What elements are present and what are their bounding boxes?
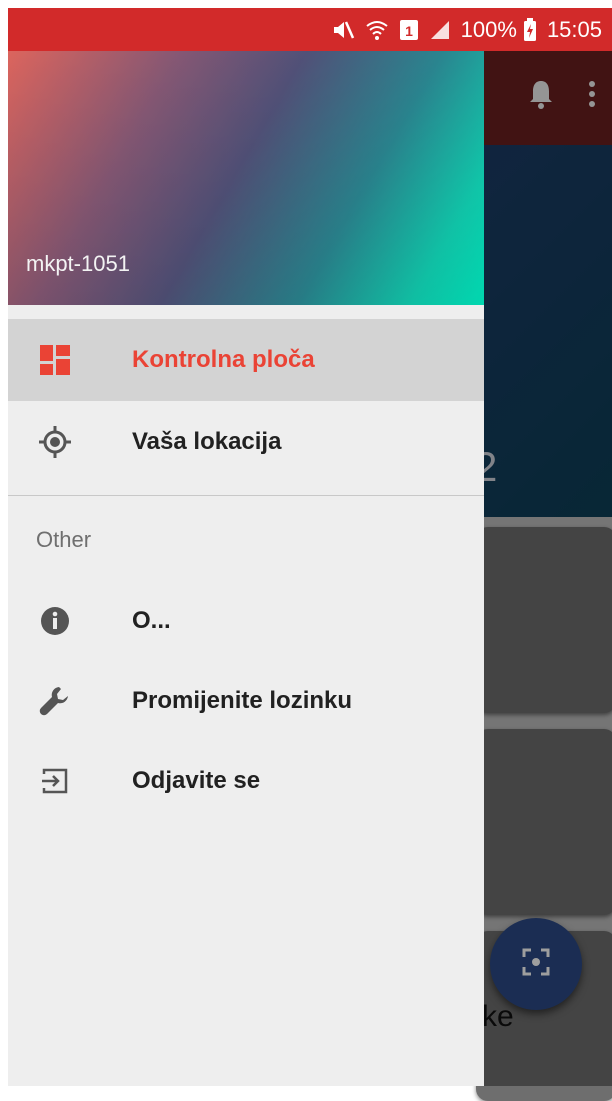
sim-icon: 1: [399, 19, 419, 41]
battery-charging-icon: [523, 17, 537, 42]
signal-icon: [429, 19, 451, 41]
navigation-drawer: mkpt-1051 Kontrolna ploča Vaša lokacija …: [8, 51, 484, 1086]
divider: [8, 495, 484, 496]
nav-item-about[interactable]: O...: [8, 581, 484, 661]
battery-indicator: 100%: [461, 17, 537, 43]
nav-item-location[interactable]: Vaša lokacija: [8, 401, 484, 483]
nav-item-label: Kontrolna ploča: [132, 346, 315, 373]
section-header-other: Other: [36, 527, 92, 552]
nav-item-label: Odjavite se: [132, 767, 261, 794]
mute-icon: [331, 19, 355, 41]
nav-item-label: Promijenite lozinku: [132, 687, 353, 714]
location-icon: [38, 425, 72, 459]
nav-item-dashboard[interactable]: Kontrolna ploča: [8, 319, 484, 401]
status-bar: 1 100% 15:05: [8, 8, 612, 51]
nav-item-label: O...: [132, 607, 171, 634]
nav-item-label: Vaša lokacija: [132, 428, 282, 455]
secondary-nav-list: O... Promijenite lozinku Odjavite se: [8, 581, 484, 821]
nav-item-change-password[interactable]: Promijenite lozinku: [8, 661, 484, 741]
nav-item-logout[interactable]: Odjavite se: [8, 741, 484, 821]
sim-slot-number: 1: [405, 23, 413, 39]
primary-nav-list: Kontrolna ploča Vaša lokacija: [8, 319, 484, 483]
logout-icon: [38, 764, 72, 798]
drawer-header: mkpt-1051: [8, 51, 484, 305]
wrench-icon: [38, 684, 72, 718]
dashboard-icon: [38, 343, 72, 377]
wifi-icon: [365, 19, 389, 41]
clock: 15:05: [546, 16, 602, 42]
account-name: mkpt-1051: [26, 251, 130, 276]
battery-percent: 100%: [460, 16, 517, 42]
info-icon: [38, 604, 72, 638]
